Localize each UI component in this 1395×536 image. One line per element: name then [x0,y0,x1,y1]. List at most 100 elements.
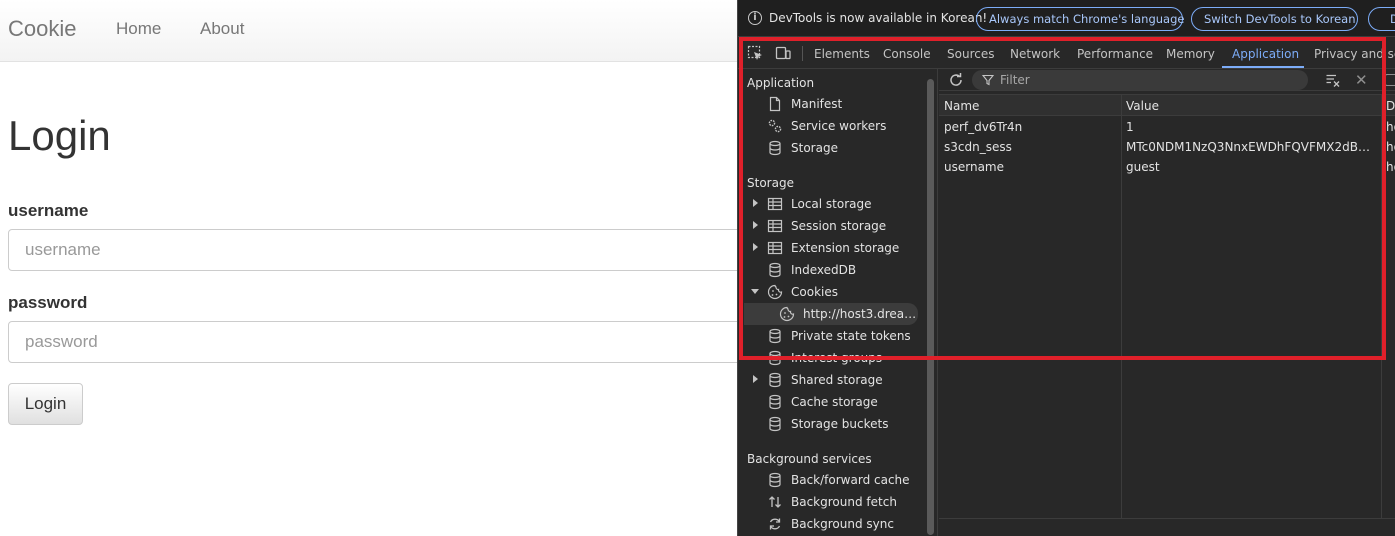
sidebar-item-cookies[interactable]: Cookies [738,281,923,303]
cookie-icon [767,284,783,300]
sidebar-item-background-fetch[interactable]: Background fetch [738,491,923,513]
table-row[interactable]: s3cdn_sess MTc0NDM1NzQ3NnxEWDhFQVFMX2dBQ… [939,137,1395,157]
up-down-arrows-icon [769,496,781,508]
tab-sources[interactable]: Sources [947,47,994,61]
cookie-name: username [944,160,1004,174]
database-icon [769,140,781,156]
language-banner: i DevTools is now available in Korean! A… [738,0,1395,37]
sidebar-item-label: Back/forward cache [791,473,910,487]
cookies-pane: ✕ Name Value Domain perf_dv6Tr4n 1 host3… [939,69,1395,536]
website-page: Cookie Home About Login username passwor… [0,0,748,536]
username-input[interactable] [8,229,748,271]
table-row[interactable]: username guest host3.dreamhack.games [939,157,1395,177]
sidebar-item-service-workers[interactable]: Service workers [738,115,923,137]
sidebar-item-interest-groups[interactable]: Interest groups [738,347,923,369]
sidebar-item-label: Service workers [791,119,887,133]
database-icon [769,416,781,432]
sidebar-item-label: Background fetch [791,495,897,509]
sidebar-item-label: Extension storage [791,241,900,255]
tab-console[interactable]: Console [883,47,931,61]
username-label: username [8,201,89,220]
sidebar-item-label: Manifest [791,97,843,111]
cookies-toolbar: ✕ [939,69,1395,91]
tab-elements[interactable]: Elements [814,47,870,61]
devtools-tabbar: Elements Console Sources Network Perform… [738,37,1395,69]
sidebar-item-cookie-origin[interactable]: http://host3.dreamhack.games [744,303,918,325]
cookie-domain: host3.dreamhack.games [1386,140,1395,154]
sidebar-item-extension-storage[interactable]: Extension storage [738,237,923,259]
tabbar-separator [802,46,803,61]
database-icon [769,350,781,366]
sidebar-item-label: Local storage [791,197,872,211]
table-row[interactable]: perf_dv6Tr4n 1 host3.dreamhack.games [939,117,1395,137]
tab-performance[interactable]: Performance [1077,47,1153,61]
sidebar-item-session-storage[interactable]: Session storage [738,215,923,237]
database-icon [769,372,781,388]
active-tab-indicator [1222,66,1304,68]
expand-arrow-icon[interactable] [753,375,758,383]
clear-all-cookies-icon[interactable]: ✕ [1355,72,1369,88]
nav-home-link[interactable]: Home [116,19,161,39]
collapse-arrow-icon[interactable] [751,289,759,294]
filter-input[interactable] [1000,72,1290,88]
filter-icon [982,74,994,86]
banner-text: DevTools is now available in Korean! [769,11,988,25]
refresh-icon[interactable] [948,72,964,88]
sidebar-item-label: http://host3.dreamhack.games [803,307,918,321]
column-header-name[interactable]: Name [944,99,979,113]
sidebar-item-local-storage[interactable]: Local storage [738,193,923,215]
sidebar-item-label: Storage buckets [791,417,889,431]
password-input[interactable] [8,321,748,363]
sidebar-item-cache-storage[interactable]: Cache storage [738,391,923,413]
tab-memory[interactable]: Memory [1166,47,1215,61]
filter-box [972,70,1308,90]
dont-show-again-button[interactable]: Do [1368,7,1395,31]
tab-network[interactable]: Network [1010,47,1060,61]
sidebar-item-storage[interactable]: Storage [738,137,923,159]
sidebar-item-background-sync[interactable]: Background sync [738,513,923,535]
top-navbar: Cookie Home About [0,0,737,62]
inspect-element-icon[interactable] [747,45,763,61]
cookie-value: guest [1126,160,1160,174]
tab-application[interactable]: Application [1232,47,1299,61]
sidebar-item-shared-storage[interactable]: Shared storage [738,369,923,391]
database-icon [769,328,781,344]
sidebar-item-private-state-tokens[interactable]: Private state tokens [738,325,923,347]
sidebar-item-storage-buckets[interactable]: Storage buckets [738,413,923,435]
devtools-panel: i DevTools is now available in Korean! A… [737,0,1395,536]
sidebar-scrollbar[interactable] [927,79,934,535]
database-icon [769,472,781,488]
cookie-icon [779,306,795,322]
table-bottom-border [939,518,1395,519]
expand-arrow-icon[interactable] [753,221,758,229]
always-match-language-button[interactable]: Always match Chrome's language [976,7,1184,31]
sync-icon [769,518,781,530]
page-title: Login [8,112,111,159]
sidebar-item-manifest[interactable]: Manifest [738,93,923,115]
expand-arrow-icon[interactable] [753,199,758,207]
only-issues-checkbox[interactable] [1385,74,1395,86]
device-toolbar-icon[interactable] [775,45,791,61]
sidebar-item-back-forward-cache[interactable]: Back/forward cache [738,469,923,491]
cookie-value: MTc0NDM1NzQ3NnxEWDhFQVFMX2dBQUJFQUVRQUFB [1126,140,1376,154]
switch-to-korean-button[interactable]: Switch DevTools to Korean [1191,7,1358,31]
nav-about-link[interactable]: About [200,19,244,39]
tab-privacy-security[interactable]: Privacy and security [1314,47,1395,61]
column-header-domain[interactable]: Domain [1386,99,1395,113]
brand-link[interactable]: Cookie [8,16,76,42]
sidebar-item-label: Interest groups [791,351,883,365]
expand-arrow-icon[interactable] [753,243,758,251]
info-icon: i [748,11,762,25]
sidebar-item-label: Cookies [791,285,838,299]
sidebar-item-label: Cache storage [791,395,878,409]
login-button[interactable]: Login [8,383,83,425]
cookie-domain: host3.dreamhack.games [1386,160,1395,174]
cookie-name: perf_dv6Tr4n [944,120,1023,134]
sidebar-item-label: Background sync [791,517,894,531]
gears-icon [768,119,782,133]
column-header-value[interactable]: Value [1126,99,1159,113]
sidebar-item-indexeddb[interactable]: IndexedDB [738,259,923,281]
section-storage: Storage [747,176,794,190]
sidebar-item-label: Shared storage [791,373,883,387]
clear-filtered-cookies-icon[interactable] [1325,72,1341,88]
